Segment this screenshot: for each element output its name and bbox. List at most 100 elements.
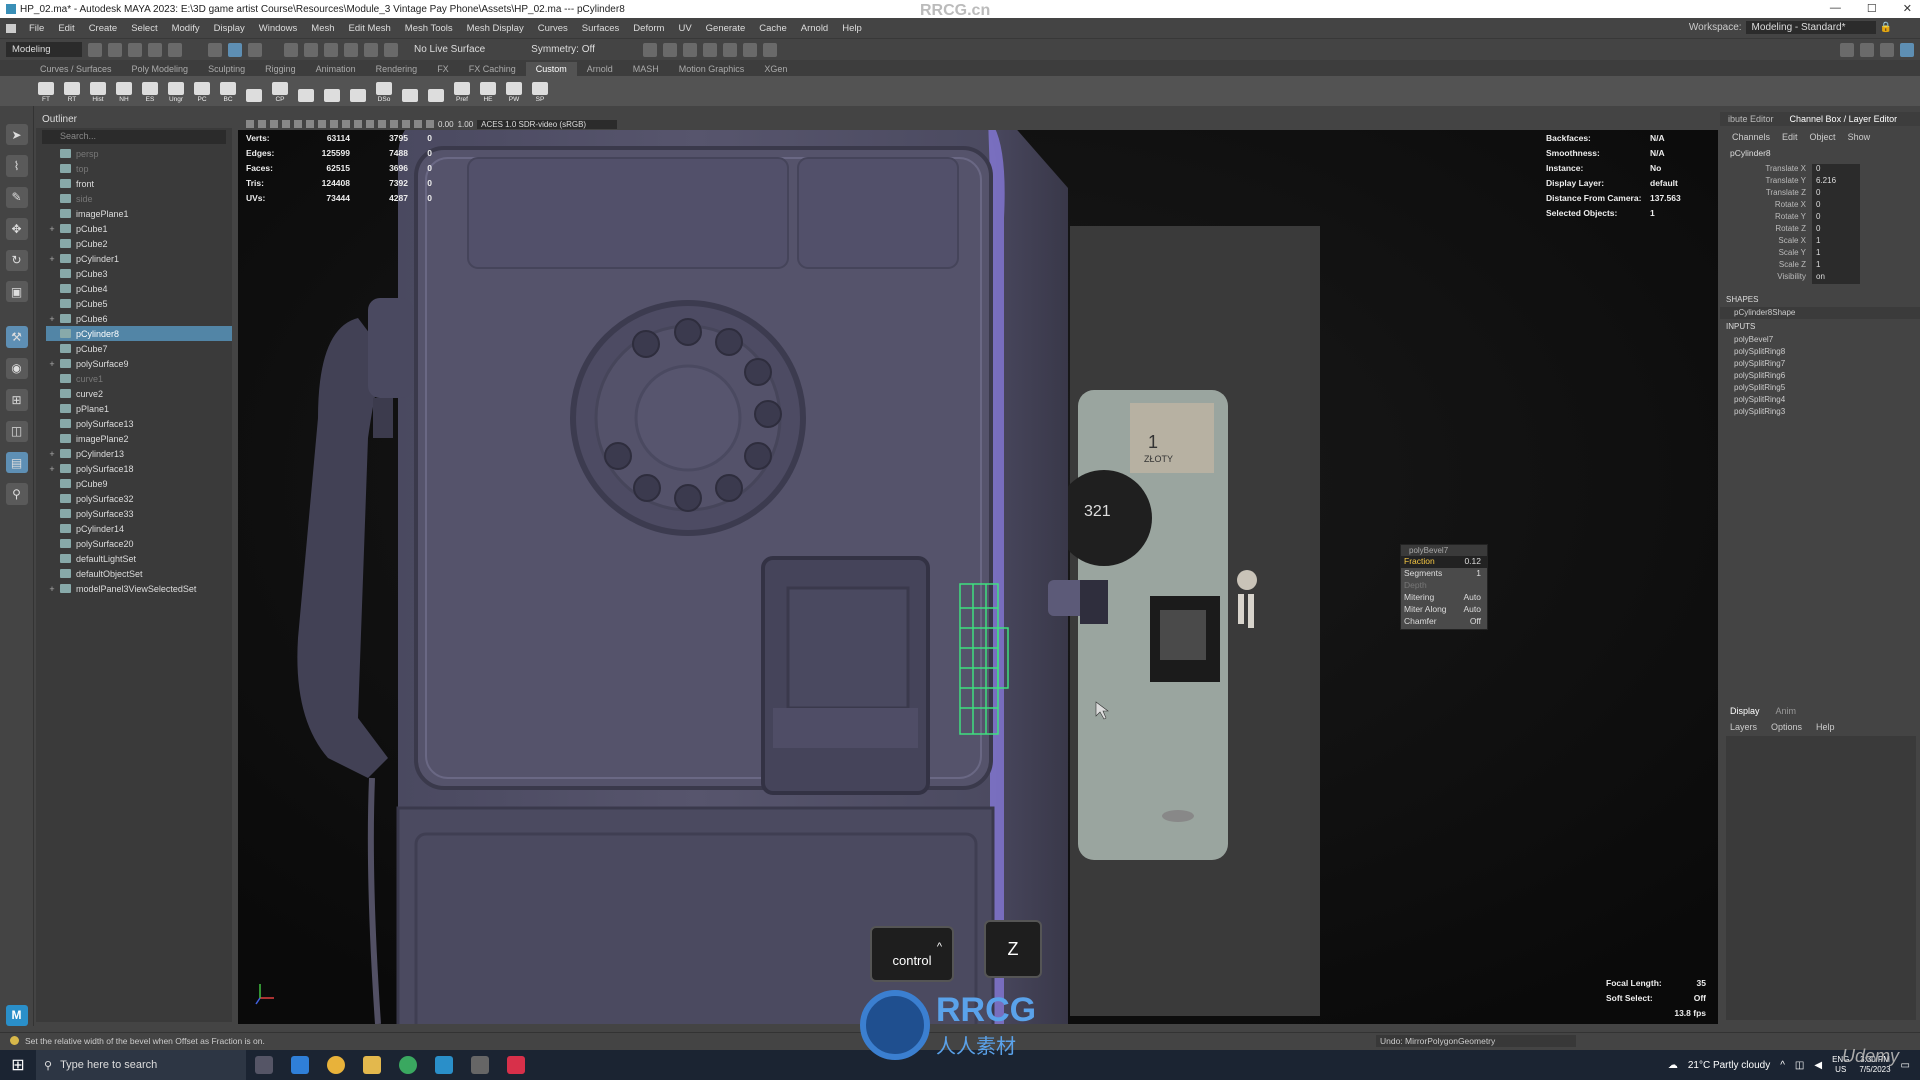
channel-attr-value[interactable]: 0 bbox=[1812, 188, 1860, 200]
pause-icon[interactable] bbox=[763, 42, 778, 57]
two-view-layout-icon[interactable]: ◫ bbox=[5, 420, 28, 442]
tool-settings-icon[interactable] bbox=[1880, 42, 1894, 57]
snap-surface-icon[interactable] bbox=[344, 42, 358, 57]
channel-box-icon[interactable] bbox=[1900, 42, 1914, 57]
colorspace-dropdown[interactable]: ACES 1.0 SDR-video (sRGB) bbox=[477, 119, 618, 129]
shelf-tab-rendering[interactable]: Rendering bbox=[366, 62, 428, 76]
film-gate-icon[interactable] bbox=[294, 120, 302, 128]
minimize-button[interactable]: — bbox=[1830, 2, 1841, 15]
home-icon[interactable] bbox=[6, 23, 16, 33]
symmetry-label[interactable]: Symmetry: Off bbox=[531, 44, 601, 55]
shelf-button[interactable] bbox=[426, 79, 446, 103]
shelf-button[interactable] bbox=[322, 79, 342, 103]
bevel-attr-row[interactable]: Mitering Auto bbox=[1401, 592, 1487, 604]
shelf-button[interactable] bbox=[296, 79, 316, 103]
payphone-model[interactable] bbox=[297, 118, 1109, 1024]
lasso-tool-icon[interactable]: ⌇ bbox=[5, 155, 28, 177]
layer-tab-anim[interactable]: Anim bbox=[1776, 706, 1797, 716]
channel-attr-value[interactable]: 0 bbox=[1812, 200, 1860, 212]
outliner-item[interactable]: pCube9 bbox=[46, 476, 232, 491]
outliner-item[interactable]: + pCylinder1 bbox=[46, 251, 232, 266]
xray-icon[interactable] bbox=[402, 120, 410, 128]
live-surface-label[interactable]: No Live Surface bbox=[414, 44, 485, 55]
expand-toggle-icon[interactable]: + bbox=[46, 224, 58, 234]
lights-icon[interactable] bbox=[366, 120, 374, 128]
channel-attr-row[interactable]: Rotate X 0 bbox=[1720, 200, 1920, 212]
channel-attr-row[interactable]: Visibility on bbox=[1720, 272, 1920, 284]
gamma-field[interactable]: 1.00 bbox=[458, 120, 474, 129]
outliner-item[interactable]: defaultObjectSet bbox=[46, 566, 232, 581]
channel-attr-value[interactable]: 0 bbox=[1812, 212, 1860, 224]
expand-toggle-icon[interactable]: + bbox=[46, 254, 58, 264]
menu-select[interactable]: Select bbox=[124, 23, 164, 34]
wireframe-icon[interactable] bbox=[318, 120, 326, 128]
render-frame-icon[interactable] bbox=[643, 42, 658, 57]
menu-generate[interactable]: Generate bbox=[699, 23, 753, 34]
textured-icon[interactable] bbox=[354, 120, 362, 128]
channelbox-menu-channels[interactable]: Channels bbox=[1732, 132, 1770, 142]
scale-tool-icon[interactable]: ▣ bbox=[5, 280, 28, 303]
input-node[interactable]: polySplitRing7 bbox=[1720, 358, 1920, 370]
channel-attr-row[interactable]: Scale Z 1 bbox=[1720, 260, 1920, 272]
channel-attr-row[interactable]: Rotate Z 0 bbox=[1720, 224, 1920, 236]
shelf-tab-arnold[interactable]: Arnold bbox=[577, 62, 623, 76]
shelf-button[interactable]: RT bbox=[62, 79, 82, 103]
menu-uv[interactable]: UV bbox=[671, 23, 698, 34]
menu-edit[interactable]: Edit bbox=[51, 23, 81, 34]
channel-attr-row[interactable]: Translate Z 0 bbox=[1720, 188, 1920, 200]
outliner-search-input[interactable]: Search... bbox=[42, 130, 226, 144]
outliner-item[interactable]: + modelPanel3ViewSelectedSet bbox=[46, 581, 232, 596]
outliner-item[interactable]: pCube2 bbox=[46, 236, 232, 251]
snap-view-icon[interactable] bbox=[364, 42, 378, 57]
select-component-icon[interactable] bbox=[248, 42, 262, 57]
menu-deform[interactable]: Deform bbox=[626, 23, 671, 34]
shelf-button[interactable]: Ungr bbox=[166, 79, 186, 103]
wireframe-on-shaded-icon[interactable] bbox=[342, 120, 350, 128]
file-explorer-icon[interactable] bbox=[363, 1056, 381, 1074]
maximize-button[interactable]: ☐ bbox=[1867, 2, 1877, 15]
save-scene-icon[interactable] bbox=[128, 42, 142, 57]
taskbar-search[interactable]: ⚲ Type here to search bbox=[36, 1050, 246, 1080]
arnold-render-icon[interactable] bbox=[743, 42, 758, 57]
input-node[interactable]: polySplitRing8 bbox=[1720, 346, 1920, 358]
outliner-item[interactable]: pCube3 bbox=[46, 266, 232, 281]
menu-arnold[interactable]: Arnold bbox=[794, 23, 835, 34]
select-tool-icon[interactable]: ➤ bbox=[5, 124, 28, 146]
new-scene-icon[interactable] bbox=[88, 42, 102, 57]
layer-tab-display[interactable]: Display bbox=[1730, 706, 1760, 716]
render-settings-icon[interactable] bbox=[703, 42, 718, 57]
shelf-button[interactable]: BC bbox=[218, 79, 238, 103]
channel-attr-row[interactable]: Scale X 1 bbox=[1720, 236, 1920, 248]
channel-attr-row[interactable]: Scale Y 1 bbox=[1720, 248, 1920, 260]
select-object-icon[interactable] bbox=[228, 42, 242, 57]
snap-curve-icon[interactable] bbox=[304, 42, 318, 57]
menu-mesh[interactable]: Mesh bbox=[304, 23, 341, 34]
shelf-button[interactable] bbox=[400, 79, 420, 103]
input-node[interactable]: polyBevel7 bbox=[1720, 334, 1920, 346]
menu-cache[interactable]: Cache bbox=[752, 23, 793, 34]
channel-attr-value[interactable]: 0 bbox=[1812, 164, 1860, 176]
outliner-item[interactable]: polySurface33 bbox=[46, 506, 232, 521]
shelf-tab-xgen[interactable]: XGen bbox=[754, 62, 797, 76]
bevel-attr-value[interactable]: 1 bbox=[1476, 568, 1481, 580]
outliner-item[interactable]: persp bbox=[46, 146, 232, 161]
shelf-button[interactable]: PW bbox=[504, 79, 524, 103]
shelf-tab-fx-caching[interactable]: FX Caching bbox=[459, 62, 526, 76]
menu-surfaces[interactable]: Surfaces bbox=[575, 23, 627, 34]
snap-point-icon[interactable] bbox=[324, 42, 338, 57]
menu-mesh-tools[interactable]: Mesh Tools bbox=[398, 23, 460, 34]
outliner-item[interactable]: + pCylinder13 bbox=[46, 446, 232, 461]
bevel-attr-row[interactable]: Segments 1 bbox=[1401, 568, 1487, 580]
image-plane-icon[interactable] bbox=[270, 120, 278, 128]
outliner-item[interactable]: polySurface20 bbox=[46, 536, 232, 551]
workspace-dropdown[interactable]: Modeling - Standard* bbox=[1745, 21, 1876, 34]
layer-menu-help[interactable]: Help bbox=[1816, 722, 1835, 732]
shelf-button[interactable] bbox=[348, 79, 368, 103]
undo-icon[interactable] bbox=[148, 42, 162, 57]
shelf-button[interactable] bbox=[244, 79, 264, 103]
outliner-item[interactable]: side bbox=[46, 191, 232, 206]
outliner-item[interactable]: defaultLightSet bbox=[46, 551, 232, 566]
expand-toggle-icon[interactable]: + bbox=[46, 584, 58, 594]
menu-mesh-display[interactable]: Mesh Display bbox=[460, 23, 531, 34]
attribute-editor-icon[interactable] bbox=[1860, 42, 1874, 57]
